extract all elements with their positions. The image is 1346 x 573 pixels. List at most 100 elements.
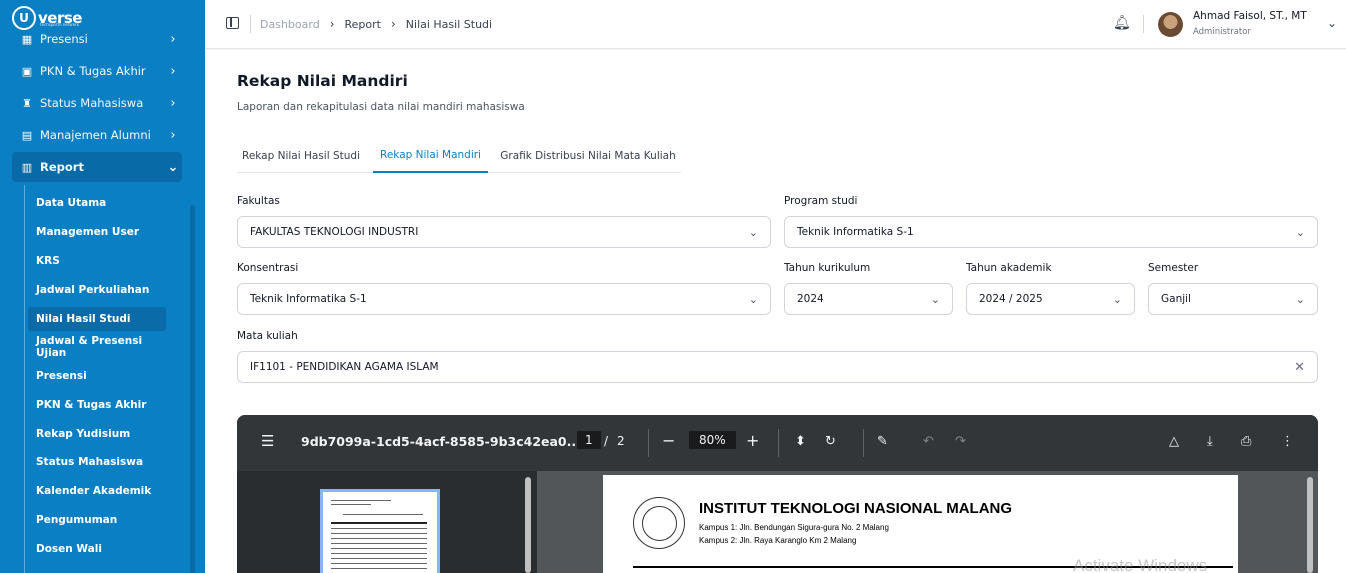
sub-item-krs[interactable]: KRS [28, 249, 166, 273]
nav-item-presensi[interactable]: ▦ Presensi › [12, 24, 182, 54]
sub-item-kalender-akademik[interactable]: Kalender Akademik [28, 479, 166, 503]
print-icon[interactable]: ⎙ [1241, 434, 1251, 449]
bell-icon[interactable]: 🔔︎ [1113, 15, 1131, 31]
sub-item-presensi[interactable]: Presensi [28, 364, 166, 388]
chevron-down-icon: ⌄ [1295, 225, 1305, 239]
tab-rekap-nilai-mandiri[interactable]: Rekap Nilai Mandiri [373, 138, 488, 173]
draw-icon[interactable]: ✎ [877, 434, 888, 449]
semester-select[interactable]: Ganjil ⌄ [1148, 283, 1318, 315]
sub-item-dosen-wali[interactable]: Dosen Wali [28, 537, 166, 561]
user-name[interactable]: Ahmad Faisol, ST., MT [1193, 10, 1307, 22]
zoom-in-icon[interactable]: + [746, 431, 759, 450]
matkul-label: Mata kuliah [237, 330, 298, 342]
prodi-label: Program studi [784, 195, 858, 207]
divider [778, 429, 779, 457]
chevron-right-icon: › [170, 95, 176, 111]
page-separator: / [604, 434, 609, 448]
sidebar: U verse techsporth network ▦ Presensi › … [0, 0, 205, 573]
add-to-drive-icon[interactable]: △ [1169, 434, 1179, 449]
nav-item-pkn[interactable]: ▣ PKN & Tugas Akhir › [12, 56, 182, 86]
breadcrumb-current: Nilai Hasil Studi [405, 17, 493, 31]
thumbnail-scrollbar[interactable] [525, 477, 531, 573]
zoom-out-icon[interactable]: − [662, 431, 675, 450]
chevron-right-icon: › [390, 17, 396, 31]
nav-label: Report [40, 160, 84, 174]
breadcrumb: Dashboard › Report › Nilai Hasil Studi [260, 17, 492, 31]
sidebar-toggle-icon[interactable] [226, 17, 239, 29]
undo-icon[interactable]: ↶ [923, 434, 934, 449]
chevron-right-icon: › [170, 31, 176, 47]
document-title: INSTITUT TEKNOLOGI NASIONAL MALANG [699, 500, 1013, 517]
redo-icon[interactable]: ↷ [955, 434, 966, 449]
topbar: Dashboard › Report › Nilai Hasil Studi 🔔… [205, 0, 1346, 49]
document-address-2: Kampus 2: Jln. Raya Karanglo Km 2 Malang [699, 536, 857, 545]
submenu-guide [24, 185, 25, 573]
chevron-right-icon: › [329, 17, 335, 31]
sub-item-pengumuman[interactable]: Pengumuman [28, 508, 166, 532]
akademik-select[interactable]: 2024 / 2025 ⌄ [966, 283, 1135, 315]
institution-seal [633, 497, 685, 549]
nav-label: Presensi [40, 32, 88, 46]
fit-page-icon[interactable]: ⬍ [795, 434, 806, 449]
matkul-select[interactable]: IF1101 - PENDIDIKAN AGAMA ISLAM ✕ [237, 351, 1318, 383]
select-value: Ganjil [1161, 293, 1191, 305]
sub-item-status-mahasiswa[interactable]: Status Mahasiswa [28, 450, 166, 474]
pdf-toolbar: ☰ 9db7099a-1cd5-4acf-8585-9b3c42ea0... 1… [237, 415, 1318, 471]
pdf-viewer: ☰ 9db7099a-1cd5-4acf-8585-9b3c42ea0... 1… [237, 415, 1318, 573]
sub-item-data-utama[interactable]: Data Utama [28, 191, 166, 215]
more-icon[interactable]: ⋮ [1281, 434, 1294, 449]
chevron-down-icon: ⌄ [748, 225, 758, 239]
breadcrumb-dashboard[interactable]: Dashboard [260, 18, 320, 31]
chevron-down-icon[interactable]: ⌄ [1327, 16, 1337, 30]
sidebar-scrollbar[interactable] [190, 205, 195, 573]
prodi-select[interactable]: Teknik Informatika S-1 ⌄ [784, 216, 1318, 248]
sub-item-jadwal-perkuliahan[interactable]: Jadwal Perkuliahan [28, 278, 166, 302]
chevron-down-icon: ⌄ [748, 292, 758, 306]
chevron-right-icon: › [170, 63, 176, 79]
select-value: FAKULTAS TEKNOLOGI INDUSTRI [250, 226, 419, 238]
select-value: IF1101 - PENDIDIKAN AGAMA ISLAM [250, 361, 439, 373]
rotate-icon[interactable]: ↻ [825, 434, 836, 449]
sub-item-jadwal-presensi-ujian[interactable]: Jadwal & Presensi Ujian [28, 335, 166, 359]
konsentrasi-select[interactable]: Teknik Informatika S-1 ⌄ [237, 283, 771, 315]
menu-icon[interactable]: ☰ [261, 432, 274, 450]
nav-label: Manajemen Alumni [40, 128, 151, 142]
page-number-input[interactable]: 1 [577, 431, 601, 449]
sub-item-rekap-yudisium[interactable]: Rekap Yudisium [28, 422, 166, 446]
tab-rekap-nilai-hasil-studi[interactable]: Rekap Nilai Hasil Studi [237, 138, 365, 173]
chevron-right-icon: › [170, 127, 176, 143]
chevron-down-icon: ⌄ [930, 292, 940, 306]
fakultas-label: Fakultas [237, 195, 280, 207]
page-subtitle: Laporan dan rekapitulasi data nilai mand… [237, 101, 525, 113]
divider [250, 15, 251, 33]
pdf-filename: 9db7099a-1cd5-4acf-8585-9b3c42ea0... [301, 434, 581, 449]
briefcase-icon: ▣ [21, 64, 33, 78]
kurikulum-label: Tahun kurikulum [784, 262, 871, 274]
select-value: Teknik Informatika S-1 [797, 226, 914, 238]
divider [1143, 15, 1144, 33]
page-thumbnail[interactable] [320, 489, 440, 573]
nav-item-status-mahasiswa[interactable]: ♜ Status Mahasiswa › [12, 88, 182, 118]
semester-label: Semester [1148, 262, 1199, 274]
breadcrumb-report[interactable]: Report [345, 18, 381, 31]
nav-item-alumni[interactable]: ▤ Manajemen Alumni › [12, 120, 182, 150]
sub-item-pkn[interactable]: PKN & Tugas Akhir [28, 393, 166, 417]
document-address-1: Kampus 1: Jln. Bendungan Sigura-gura No.… [699, 523, 889, 532]
clear-icon[interactable]: ✕ [1294, 360, 1305, 375]
activate-windows-watermark: Activate Windows [1073, 556, 1208, 573]
divider [648, 429, 649, 457]
document-scrollbar[interactable] [1307, 477, 1313, 573]
sub-item-managemen-user[interactable]: Managemen User [28, 220, 166, 244]
chevron-down-icon: ⌄ [167, 159, 179, 175]
page-title: Rekap Nilai Mandiri [237, 72, 408, 90]
nav-label: Status Mahasiswa [40, 96, 144, 110]
tab-grafik-distribusi[interactable]: Grafik Distribusi Nilai Mata Kuliah [495, 138, 681, 173]
zoom-input[interactable]: 80% [689, 431, 736, 449]
sub-item-nilai-hasil-studi[interactable]: Nilai Hasil Studi [28, 307, 166, 331]
download-icon[interactable]: ⤓ [1207, 434, 1213, 449]
nav-item-report[interactable]: ▥ Report ⌄ [12, 152, 182, 182]
kurikulum-select[interactable]: 2024 ⌄ [784, 283, 953, 315]
avatar[interactable] [1158, 12, 1183, 37]
fakultas-select[interactable]: FAKULTAS TEKNOLOGI INDUSTRI ⌄ [237, 216, 771, 248]
chevron-down-icon: ⌄ [1112, 292, 1122, 306]
